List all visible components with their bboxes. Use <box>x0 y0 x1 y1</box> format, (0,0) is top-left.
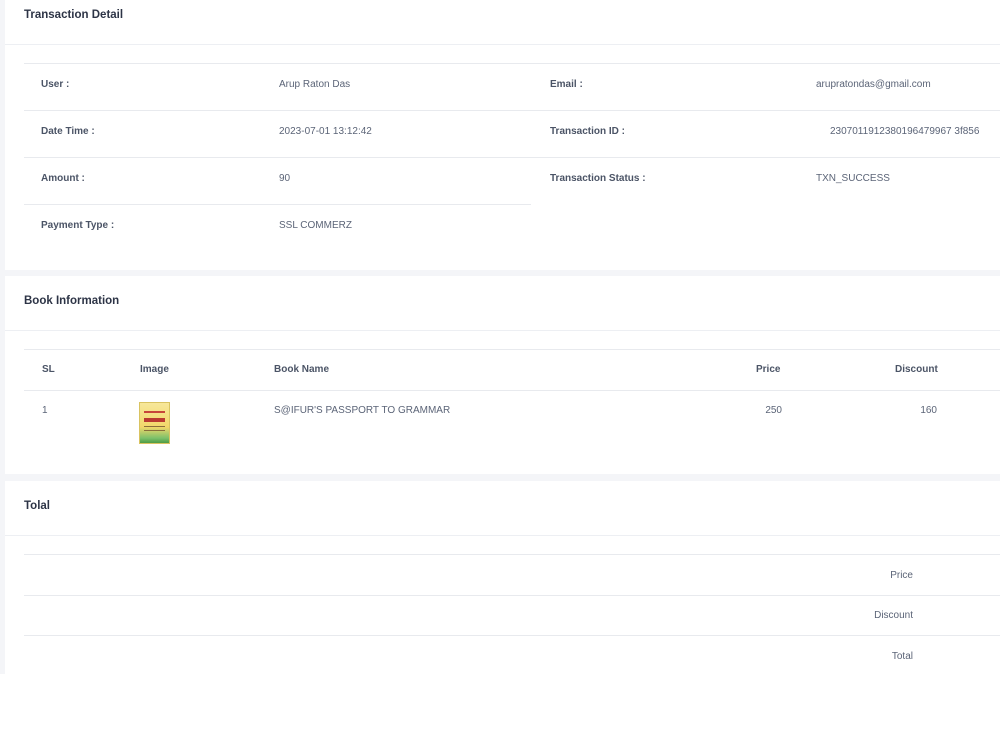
column-header-price: Price <box>756 364 781 375</box>
datetime-value: 2023-07-01 13:12:42 <box>279 126 372 137</box>
email-label: Email : <box>550 79 583 90</box>
transaction-status-label: Transaction Status : <box>550 173 646 184</box>
transaction-detail-title: Transaction Detail <box>24 9 124 21</box>
total-divider <box>24 595 1000 596</box>
book-information-title: Book Information <box>24 295 120 307</box>
transaction-id-label: Transaction ID : <box>550 126 626 137</box>
amount-value: 90 <box>279 173 291 184</box>
book-sl: 1 <box>42 405 48 416</box>
column-header-book-name: Book Name <box>274 364 330 375</box>
book-price: 250 <box>765 405 782 416</box>
transaction-detail-header: Transaction Detail <box>5 0 1000 45</box>
detail-divider <box>24 157 1000 158</box>
total-divider <box>24 554 1000 555</box>
table-header-divider <box>24 390 1000 391</box>
total-price-label: Price <box>890 570 913 581</box>
payment-type-label: Payment Type : <box>41 220 115 231</box>
total-title: Tolal <box>24 500 50 512</box>
column-header-image: Image <box>140 364 169 375</box>
total-discount-label: Discount <box>874 610 913 621</box>
transaction-id-value: 2307011912380196479967 3f856 <box>830 126 980 137</box>
total-header: Tolal <box>5 481 1000 536</box>
detail-divider <box>24 204 531 205</box>
total-divider <box>24 635 1000 636</box>
user-label: User : <box>41 79 70 90</box>
detail-divider <box>24 63 1000 64</box>
email-value: arupratondas@gmail.com <box>816 79 931 90</box>
book-discount: 160 <box>920 405 937 416</box>
datetime-label: Date Time : <box>41 126 95 137</box>
detail-divider <box>24 110 1000 111</box>
book-cover-image <box>139 402 170 444</box>
column-header-discount: Discount <box>895 364 938 375</box>
amount-label: Amount : <box>41 173 85 184</box>
total-card: Tolal Price Discount Total <box>5 481 1000 674</box>
book-information-card: Book Information SL Image Book Name Pric… <box>5 276 1000 474</box>
book-information-header: Book Information <box>5 276 1000 331</box>
table-top-border <box>24 349 1000 350</box>
transaction-status-value: TXN_SUCCESS <box>816 173 890 184</box>
total-total-label: Total <box>891 651 913 662</box>
book-name: S@IFUR'S PASSPORT TO GRAMMAR <box>274 405 451 416</box>
user-value: Arup Raton Das <box>279 79 351 90</box>
payment-type-value: SSL COMMERZ <box>279 220 352 231</box>
transaction-detail-card: Transaction Detail User : Arup Raton Das… <box>5 0 1000 270</box>
column-header-sl: SL <box>42 364 55 375</box>
